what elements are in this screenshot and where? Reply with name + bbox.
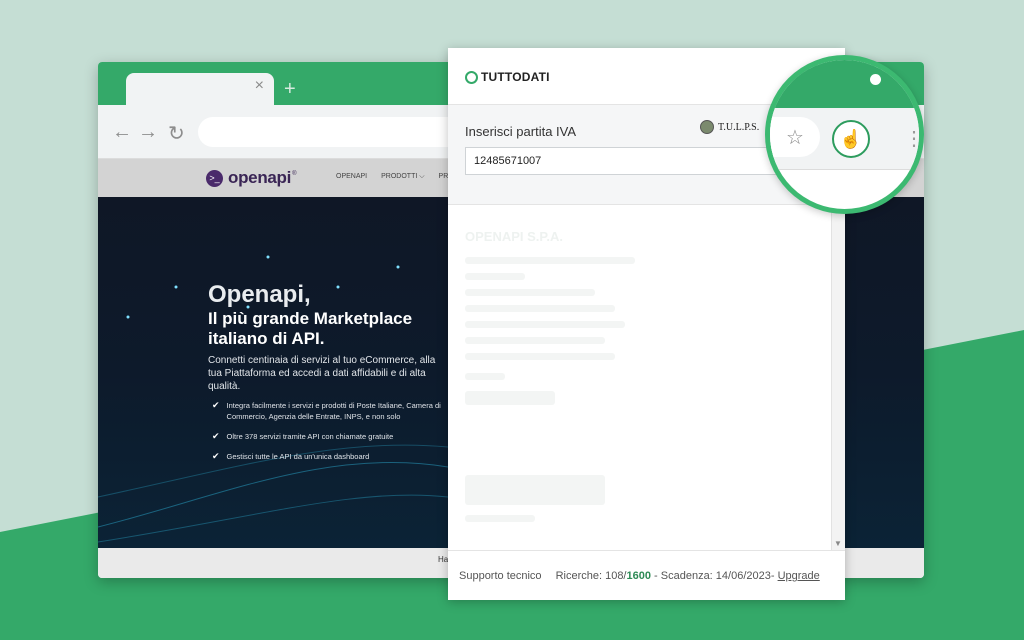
openapi-logo-icon: >_: [206, 169, 223, 187]
faded-row: [465, 373, 505, 380]
faded-row: [465, 391, 555, 405]
feature-text: Gestisci tutte le API da un'unica dashbo…: [226, 452, 370, 461]
expiry-text: - Scadenza: 14/06/2023-: [650, 570, 778, 582]
faded-row: [465, 305, 615, 312]
faded-row: [465, 289, 595, 296]
list-item: ✔ Integra facilmente i servizi e prodotti…: [212, 400, 452, 422]
tuttodati-logo-text: TUTTODATI: [481, 70, 550, 84]
feature-text: Oltre 378 servizi tramite API con chiama…: [226, 432, 394, 441]
searches-label: Ricerche: 108/: [555, 570, 627, 582]
forward-arrow-icon[interactable]: →: [138, 121, 158, 144]
faded-row: [465, 257, 635, 264]
magnifier-toolbar: ☆ ☝ ⋮: [770, 108, 919, 170]
magnifier-zoom: ☆ ☝ ⋮: [765, 55, 924, 214]
faded-row: [465, 321, 625, 328]
faded-row: [465, 353, 615, 360]
support-link[interactable]: Supporto tecnico: [459, 570, 542, 582]
footer-text: Ha: [438, 555, 449, 564]
tulps-toggle[interactable]: T.U.L.P.S.: [700, 120, 759, 134]
company-name-faded: OPENAPI S.P.A.: [465, 229, 564, 244]
results-panel: OPENAPI S.P.A.: [448, 205, 831, 550]
scroll-down-icon[interactable]: ▼: [834, 539, 842, 548]
site-menu: OPENAPI PRODOTTI ⌵ PRE: [336, 173, 453, 181]
hero-subtitle: Il più grande Marketplace italiano di AP…: [208, 309, 413, 348]
piva-label: Inserisci partita IVA: [465, 124, 577, 139]
back-arrow-icon[interactable]: ←: [112, 121, 132, 144]
new-tab-icon[interactable]: +: [284, 78, 296, 101]
hand-pointer-icon: ☝: [839, 128, 863, 149]
magnifier-tabbar: [770, 60, 919, 108]
searches-total: 1600: [626, 570, 651, 582]
italian-emblem-icon: [700, 120, 714, 134]
hero-description: Connetti centinaia di servizi al tuo eCo…: [208, 355, 436, 392]
tulps-label: T.U.L.P.S.: [718, 121, 760, 133]
hero-feature-list: ✔ Integra facilmente i servizi e prodotti…: [212, 400, 452, 471]
upgrade-link[interactable]: Upgrade: [778, 570, 820, 582]
menu-item-openapi[interactable]: OPENAPI: [336, 173, 367, 181]
list-item: ✔ Gestisci tutte le API da un'unica dashb…: [212, 451, 452, 462]
browser-menu-icon[interactable]: ⋮: [904, 126, 919, 151]
menu-item-prodotti[interactable]: PRODOTTI ⌵: [381, 173, 424, 181]
bookmark-star-icon[interactable]: ☆: [786, 125, 804, 150]
tuttodati-logo-icon: [465, 70, 478, 84]
tuttodati-extension-button[interactable]: ☝: [832, 120, 870, 158]
reload-icon[interactable]: ↻: [168, 121, 185, 146]
browser-tab[interactable]: ×: [126, 73, 274, 105]
hero-title: Openapi,: [208, 281, 311, 308]
openapi-logo[interactable]: >_ openapi ®: [206, 168, 297, 188]
faded-row: [465, 337, 605, 344]
faded-row: [465, 515, 535, 522]
feature-text: Integra facilmente i servizi e prodotti …: [226, 401, 441, 421]
check-icon: ✔: [212, 431, 220, 441]
faded-row: [465, 475, 605, 505]
magnifier-dot: [870, 74, 881, 85]
piva-input[interactable]: [465, 147, 805, 175]
popup-footer: Supporto tecnico Ricerche: 108/1600 - Sc…: [448, 550, 845, 600]
logo-registered-mark: ®: [292, 171, 297, 177]
check-icon: ✔: [212, 400, 220, 410]
searches-status: Ricerche: 108/1600 - Scadenza: 14/06/202…: [556, 570, 820, 582]
faded-row: [465, 273, 525, 280]
results-scrollbar[interactable]: ▼: [831, 205, 845, 550]
openapi-logo-text: openapi: [228, 168, 292, 187]
tuttodati-logo: TUTTODATI: [465, 70, 550, 84]
check-icon: ✔: [212, 451, 220, 461]
list-item: ✔ Oltre 378 servizi tramite API con chiam…: [212, 431, 452, 442]
tab-close-icon[interactable]: ×: [255, 77, 264, 95]
